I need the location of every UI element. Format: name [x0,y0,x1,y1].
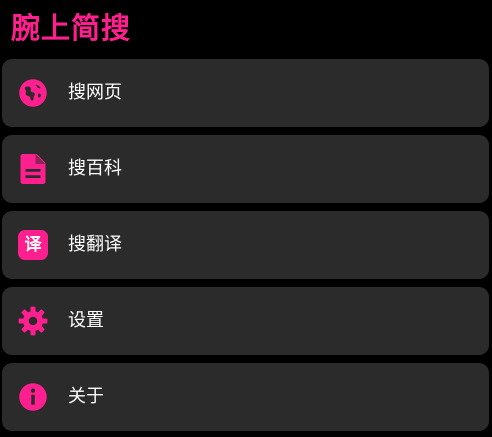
menu-item-label: 搜网页 [68,82,122,103]
menu-item-label: 设置 [68,310,104,331]
info-icon [17,381,49,413]
menu-item-search-web[interactable]: 搜网页 [2,59,489,127]
menu-item-search-encyclopedia[interactable]: 搜百科 [2,135,489,203]
app-title: 腕上简搜 [11,11,132,45]
menu-item-settings[interactable]: 设置 [2,287,489,355]
translate-icon-text: 译 [18,230,48,260]
translate-icon: 译 [17,229,49,261]
menu-item-about[interactable]: 关于 [2,363,489,431]
document-icon [17,153,49,185]
menu-list: 搜网页 搜百科 译 搜翻译 设置 关于 [2,59,489,431]
menu-item-label: 搜百科 [68,158,122,179]
gear-icon [17,305,49,337]
menu-item-label: 搜翻译 [68,234,122,255]
menu-item-search-translate[interactable]: 译 搜翻译 [2,211,489,279]
globe-icon [17,77,49,109]
menu-item-label: 关于 [68,386,104,407]
